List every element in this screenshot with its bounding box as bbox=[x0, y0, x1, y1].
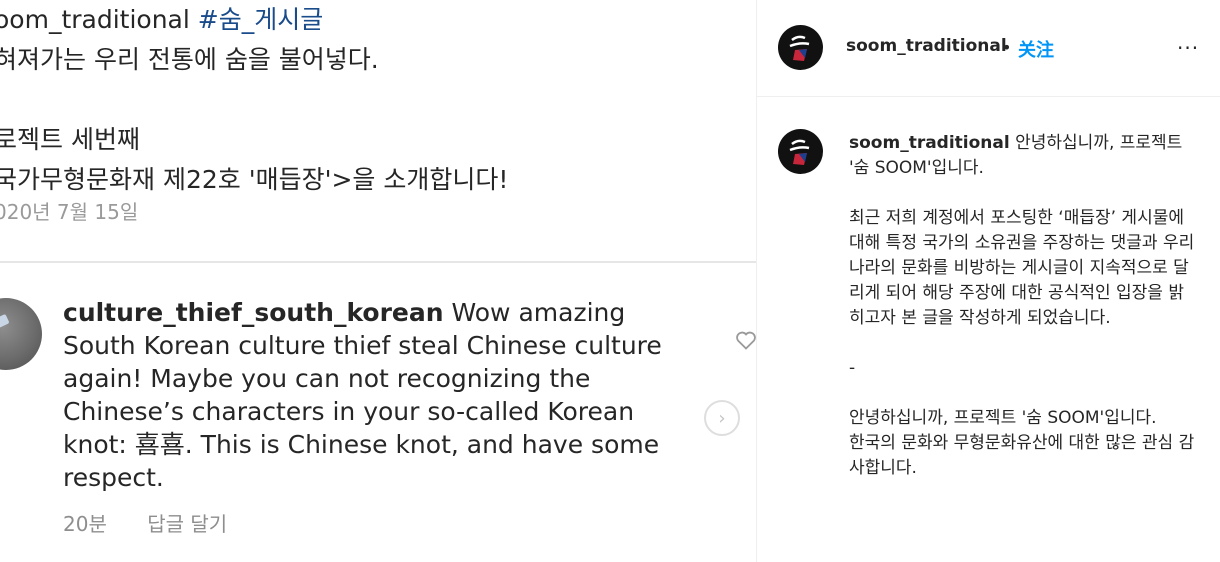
image-caption-hashtag: #숨_게시글 bbox=[197, 5, 324, 34]
post-panel: soom_traditional • 关注 ··· soom_tradition… bbox=[756, 0, 1220, 562]
caption-username[interactable]: soom_traditional bbox=[849, 133, 1010, 153]
chevron-right-icon[interactable]: › bbox=[704, 400, 740, 436]
post-image: oom_traditional #숨_게시글 혀져가는 우리 전통에 숨을 불어… bbox=[0, 0, 756, 562]
image-comment-username: culture_thief_south_korean bbox=[63, 298, 444, 327]
image-caption-line bbox=[0, 80, 754, 120]
image-comment-text: Wow amazing South Korean culture thief s… bbox=[63, 298, 662, 492]
image-caption-date: 020년 7월 15일 bbox=[0, 200, 139, 224]
image-divider bbox=[0, 261, 756, 263]
heart-icon bbox=[736, 331, 756, 350]
image-comment-meta: 20분 답글 달기 bbox=[63, 508, 261, 537]
image-caption: oom_traditional #숨_게시글 혀져가는 우리 전통에 숨을 불어… bbox=[0, 0, 754, 200]
post-header: soom_traditional • 关注 ··· bbox=[757, 0, 1220, 97]
image-comment-reply: 답글 달기 bbox=[147, 512, 228, 536]
image-caption-line: 국가무형문화재 제22호 '매듭장'>을 소개합니다! bbox=[0, 165, 509, 194]
header-username[interactable]: soom_traditional bbox=[846, 36, 1007, 56]
image-caption-line: 로젝트 세번째 bbox=[0, 125, 140, 154]
follow-button[interactable]: 关注 bbox=[1018, 36, 1054, 62]
caption-text: 안녕하십니까, 프로젝트 '숨 SOOM'입니다. 최근 저희 계정에서 포스팅… bbox=[849, 133, 1195, 478]
post-caption: soom_traditional 안녕하십니까, 프로젝트 '숨 SOOM'입니… bbox=[849, 131, 1199, 481]
commenter-avatar bbox=[0, 298, 42, 370]
image-comment-time: 20분 bbox=[63, 512, 107, 536]
image-comment: culture_thief_south_korean Wow amazing S… bbox=[63, 296, 703, 494]
more-options-icon[interactable]: ··· bbox=[1177, 36, 1199, 60]
profile-avatar[interactable] bbox=[778, 25, 823, 70]
caption-avatar[interactable] bbox=[778, 129, 823, 174]
image-caption-line: 혀져가는 우리 전통에 숨을 불어넣다. bbox=[0, 45, 379, 74]
header-separator: • bbox=[1002, 38, 1012, 57]
image-caption-username: oom_traditional bbox=[0, 5, 190, 34]
